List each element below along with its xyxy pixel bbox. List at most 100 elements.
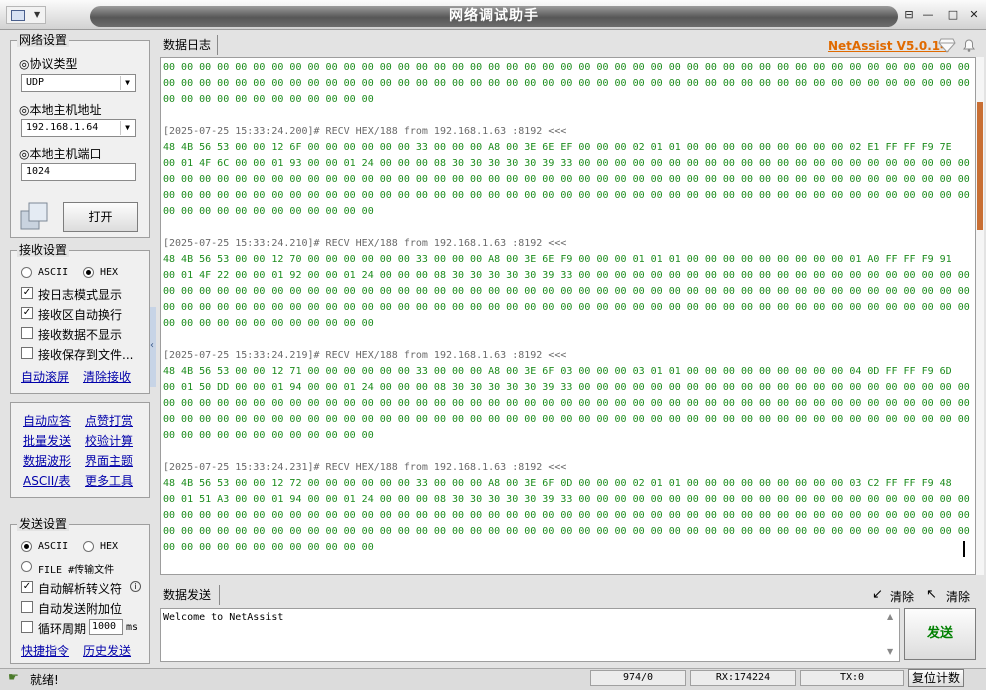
hide-data-label: 接收数据不显示 [38, 328, 123, 342]
port-value: 1024 [26, 166, 51, 177]
send-ascii-label: ASCII [38, 541, 69, 552]
log-hex-line: 00 00 00 00 00 00 00 00 00 00 00 00 00 0… [163, 414, 970, 425]
recv-ascii-label: ASCII [38, 267, 69, 278]
host-select[interactable]: 192.168.1.64 ▼ [21, 119, 136, 137]
host-label: ◎本地主机地址 [19, 103, 102, 117]
cycle-checkbox[interactable] [21, 621, 33, 633]
auto-escape-checkbox[interactable]: ✓ [21, 581, 33, 593]
send-hex-radio[interactable] [83, 541, 94, 552]
clear-right-button[interactable]: ↖ 清除 [926, 587, 986, 604]
waveform-link[interactable]: 数据波形 [23, 452, 71, 469]
host-value: 192.168.1.64 [26, 122, 99, 133]
log-hex-line: 00 00 00 00 00 00 00 00 00 00 00 00 00 0… [163, 190, 970, 201]
diamond-icon[interactable] [938, 37, 956, 53]
send-button[interactable]: 发送 [904, 608, 976, 660]
log-mode-label: 按日志模式显示 [38, 288, 123, 302]
recv-hex-label: HEX [100, 267, 119, 278]
tab-data-log[interactable]: 数据日志 [158, 35, 218, 55]
protocol-select[interactable]: UDP ▼ [21, 74, 136, 92]
log-hex-line: 00 00 00 00 00 00 00 00 00 00 00 00 [163, 206, 374, 217]
log-blank-line [163, 444, 958, 460]
log-hex-line: 00 01 4F 6C 00 00 01 93 00 00 01 24 00 0… [163, 158, 970, 169]
connection-status-icon [19, 201, 51, 233]
receive-log-area[interactable]: 00 00 00 00 00 00 00 00 00 00 00 00 00 0… [160, 57, 976, 575]
cycle-unit: ms [126, 622, 139, 633]
log-mode-checkbox[interactable]: ✓ [21, 287, 33, 299]
send-text: Welcome to NetAssist [163, 612, 284, 623]
checksum-link[interactable]: 校验计算 [85, 432, 133, 449]
close-icon[interactable]: ✕ [966, 8, 982, 22]
log-hex-line: 00 00 00 00 00 00 00 00 00 00 00 00 00 0… [163, 510, 970, 521]
info-icon[interactable]: i [130, 581, 141, 592]
recv-hex-radio[interactable] [83, 267, 94, 278]
app-menu-button[interactable]: ▼ [6, 6, 46, 24]
log-hex-line: 00 00 00 00 00 00 00 00 00 00 00 00 [163, 318, 374, 329]
save-file-checkbox[interactable] [21, 347, 33, 359]
protocol-label: ◎协议类型 [19, 57, 78, 71]
append-bit-label: 自动发送附加位 [38, 602, 123, 616]
network-settings-group: 网络设置 ◎协议类型 UDP ▼ ◎本地主机地址 192.168.1.64 ▼ … [10, 33, 150, 238]
append-bit-checkbox[interactable] [21, 601, 33, 613]
auto-scroll-link[interactable]: 自动滚屏 [21, 368, 69, 385]
network-settings-title: 网络设置 [17, 33, 70, 47]
send-ascii-radio[interactable] [21, 541, 32, 552]
tip-link[interactable]: 点赞打赏 [85, 412, 133, 429]
receive-settings-group: 接收设置 ASCII HEX ✓ 按日志模式显示 ✓ 接收区自动换行 接收数据不… [10, 243, 150, 394]
history-send-link[interactable]: 历史发送 [83, 642, 131, 659]
save-file-label: 接收保存到文件... [38, 348, 134, 362]
send-file-label: FILE #传输文件 [38, 565, 115, 576]
log-scrollbar-thumb[interactable] [977, 102, 983, 230]
reset-count-button[interactable]: 复位计数 [908, 669, 964, 687]
log-entry-header: [2025-07-25 15:33:24.231]# RECV HEX/188 … [163, 462, 567, 473]
log-hex-line: 00 00 00 00 00 00 00 00 00 00 00 00 00 0… [163, 286, 970, 297]
send-file-radio[interactable] [21, 561, 32, 572]
chevron-down-icon: ▼ [120, 76, 134, 90]
log-hex-line: 48 4B 56 53 00 00 12 6F 00 00 00 00 00 0… [163, 142, 952, 153]
recv-ascii-radio[interactable] [21, 267, 32, 278]
batch-send-link[interactable]: 批量发送 [23, 432, 71, 449]
log-hex-line: 00 01 4F 22 00 00 01 92 00 00 01 24 00 0… [163, 270, 970, 281]
port-label: ◎本地主机端口 [19, 147, 102, 161]
pin-icon[interactable]: ⊟ [901, 8, 917, 22]
log-hex-line: 48 4B 56 53 00 00 12 71 00 00 00 00 00 0… [163, 366, 952, 377]
scroll-up-icon[interactable]: ▲ [887, 612, 893, 621]
cycle-input[interactable]: 1000 [89, 619, 123, 635]
send-textarea[interactable]: Welcome to NetAssist ▲ ▼ [160, 608, 900, 662]
arrow-up-left-icon: ↖ [926, 587, 937, 602]
minimize-icon[interactable]: — [920, 8, 936, 22]
auto-wrap-checkbox[interactable]: ✓ [21, 307, 33, 319]
status-rx: RX:174224 [690, 670, 796, 686]
clear-receive-link[interactable]: 清除接收 [83, 368, 131, 385]
open-button[interactable]: 打开 [63, 202, 138, 232]
hide-data-checkbox[interactable] [21, 327, 33, 339]
brand-link[interactable]: NetAssist V5.0.14 [828, 39, 948, 53]
tab-data-send[interactable]: 数据发送 [158, 585, 220, 605]
log-hex-line: 00 00 00 00 00 00 00 00 00 00 00 00 00 0… [163, 398, 970, 409]
log-entry-header: [2025-07-25 15:33:24.200]# RECV HEX/188 … [163, 126, 567, 137]
ascii-table-link[interactable]: ASCII/表 [23, 472, 70, 489]
send-settings-title: 发送设置 [17, 517, 70, 531]
more-tools-link[interactable]: 更多工具 [85, 472, 133, 489]
log-blank-line [163, 108, 958, 124]
log-hex-line: 00 00 00 00 00 00 00 00 00 00 00 00 [163, 94, 374, 105]
receive-log-text: 00 00 00 00 00 00 00 00 00 00 00 00 00 0… [163, 60, 970, 556]
log-hex-line: 00 00 00 00 00 00 00 00 00 00 00 00 00 0… [163, 526, 970, 537]
text-cursor [963, 541, 965, 557]
chevron-down-icon: ▼ [34, 10, 41, 19]
log-hex-line: 48 4B 56 53 00 00 12 70 00 00 00 00 00 0… [163, 254, 952, 265]
log-hex-line: 00 00 00 00 00 00 00 00 00 00 00 00 00 0… [163, 174, 970, 185]
log-blank-line [163, 220, 958, 236]
bell-icon[interactable] [961, 37, 977, 53]
quick-command-link[interactable]: 快捷指令 [21, 642, 69, 659]
left-panel: 网络设置 ◎协议类型 UDP ▼ ◎本地主机地址 192.168.1.64 ▼ … [6, 32, 156, 668]
auto-reply-link[interactable]: 自动应答 [23, 412, 71, 429]
restore-icon[interactable]: □ [945, 8, 961, 22]
collapse-icon[interactable]: ‹ [150, 340, 158, 351]
log-hex-line: 00 01 51 A3 00 00 01 94 00 00 01 24 00 0… [163, 494, 970, 505]
log-blank-line [163, 332, 958, 348]
port-input[interactable]: 1024 [21, 163, 136, 181]
theme-link[interactable]: 界面主题 [85, 452, 133, 469]
scroll-down-icon[interactable]: ▼ [887, 647, 893, 656]
log-hex-line: 00 00 00 00 00 00 00 00 00 00 00 00 [163, 430, 374, 441]
arrow-down-left-icon: ↙ [872, 587, 883, 602]
